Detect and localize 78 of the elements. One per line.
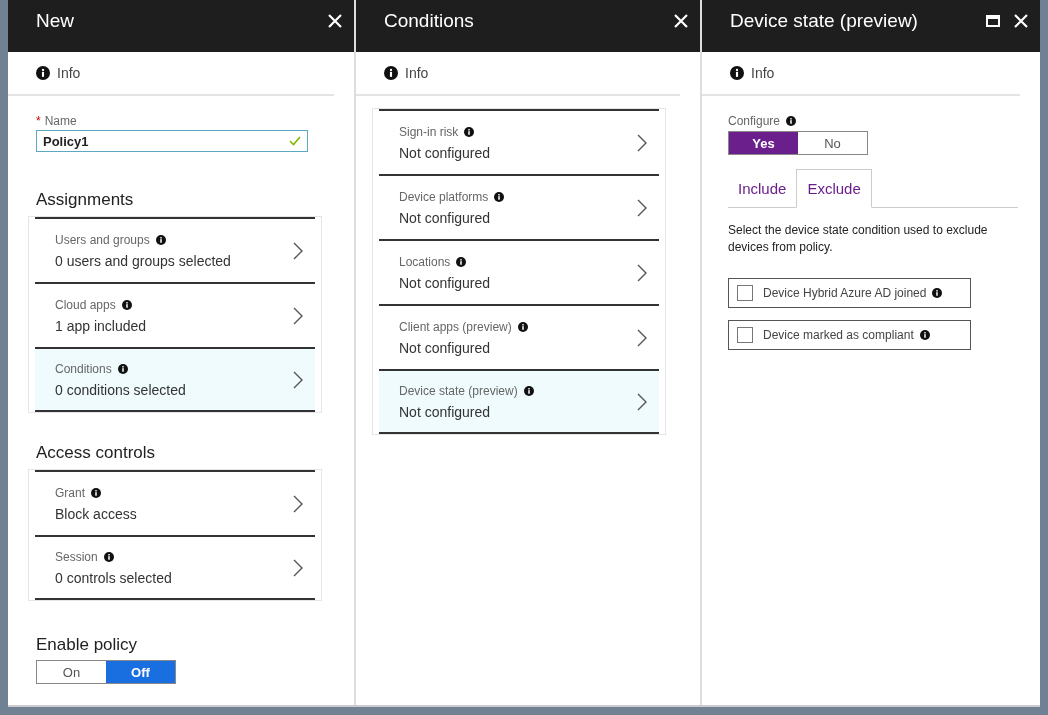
item-value: Not configured xyxy=(399,339,492,356)
section-heading: Enable policy xyxy=(36,635,139,655)
item-label: Sign-in risk xyxy=(399,124,459,139)
item-value: Not configured xyxy=(399,144,491,161)
item-label: Conditions xyxy=(55,361,112,376)
close-icon[interactable] xyxy=(328,14,342,28)
item-value: Block access xyxy=(55,505,137,522)
info-icon xyxy=(456,256,467,267)
list-item[interactable]: Conditions 0 conditions selected xyxy=(35,347,315,412)
chevron-right-icon xyxy=(293,306,303,325)
list-item[interactable]: Session 0 controls selected xyxy=(35,535,315,600)
item-value: 0 controls selected xyxy=(55,569,172,586)
item-label: Cloud apps xyxy=(55,297,116,312)
chevron-right-icon xyxy=(293,558,303,577)
item-value: 1 app included xyxy=(55,317,147,334)
tab[interactable]: Include xyxy=(728,169,797,207)
toggle-option[interactable]: Yes xyxy=(729,132,798,154)
blade-title: New xyxy=(36,10,74,32)
item-label: Client apps (preview) xyxy=(399,319,512,334)
info-icon xyxy=(384,66,398,80)
item-label: Device state (preview) xyxy=(399,383,518,398)
info-icon xyxy=(36,66,50,80)
info-icon xyxy=(494,191,505,202)
chevron-right-icon xyxy=(637,263,647,282)
section-heading: Access controls xyxy=(36,443,157,463)
item-label: Session xyxy=(55,549,98,564)
info-icon xyxy=(919,330,930,340)
option-label: Device marked as compliant xyxy=(763,328,914,342)
info-icon xyxy=(932,288,943,298)
item-label: Users and groups xyxy=(55,232,150,247)
chevron-right-icon xyxy=(637,198,647,217)
close-icon[interactable] xyxy=(674,14,688,28)
item-value: 0 users and groups selected xyxy=(55,252,231,269)
maximize-icon[interactable] xyxy=(986,14,1000,28)
item-value: 0 conditions selected xyxy=(55,381,186,398)
section-heading: Assignments xyxy=(36,190,135,210)
toggle-option[interactable]: Off xyxy=(106,661,175,683)
info-icon xyxy=(121,299,132,310)
option-label: Device Hybrid Azure AD joined xyxy=(763,286,927,300)
blade-title: Conditions xyxy=(384,10,474,32)
checkmark-icon xyxy=(289,136,301,146)
checkbox[interactable] xyxy=(737,327,753,343)
info-icon xyxy=(117,363,128,374)
item-label: Grant xyxy=(55,485,85,500)
chevron-right-icon xyxy=(637,328,647,347)
item-value: Not configured xyxy=(399,274,491,291)
item-value: Not configured xyxy=(399,403,492,420)
info-link[interactable]: Info xyxy=(57,65,81,81)
info-icon xyxy=(155,234,166,245)
info-icon xyxy=(523,385,534,396)
info-link[interactable]: Info xyxy=(405,65,429,81)
name-input-field[interactable]: Policy1 xyxy=(36,130,308,152)
info-icon xyxy=(103,551,114,562)
chevron-right-icon xyxy=(293,241,303,260)
info-icon xyxy=(517,321,528,332)
info-icon xyxy=(730,66,744,80)
field-label: Name xyxy=(44,114,77,128)
checkbox-option[interactable]: Device Hybrid Azure AD joined xyxy=(728,278,971,308)
required-asterisk: * xyxy=(36,114,41,128)
info-icon xyxy=(91,487,101,498)
close-icon[interactable] xyxy=(1014,14,1028,28)
checkbox-option[interactable]: Device marked as compliant xyxy=(728,320,971,350)
chevron-right-icon xyxy=(293,370,303,389)
chevron-right-icon xyxy=(637,133,647,152)
description-text: Select the device state condition used to exclude devices from policy. xyxy=(728,222,989,256)
info-icon xyxy=(786,116,797,126)
tab[interactable]: Exclude xyxy=(796,169,872,208)
list-item[interactable]: Device state (preview) Not configured xyxy=(379,369,659,434)
chevron-right-icon xyxy=(637,392,647,411)
chevron-right-icon xyxy=(293,494,303,513)
item-label: Device platforms xyxy=(399,189,489,204)
info-link[interactable]: Info xyxy=(751,65,775,81)
checkbox[interactable] xyxy=(737,285,753,301)
blade-title: Device state (preview) xyxy=(730,10,918,32)
field-label: Configure xyxy=(728,114,781,128)
item-label: Locations xyxy=(399,254,451,269)
info-icon xyxy=(464,126,475,137)
item-value: Not configured xyxy=(399,209,492,226)
